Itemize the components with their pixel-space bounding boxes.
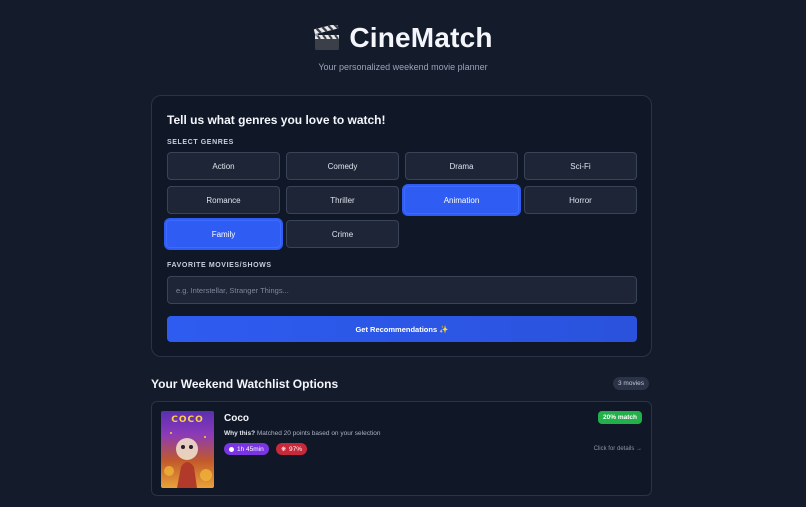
genres-label: SELECT GENRES <box>167 139 234 146</box>
genre-label: Action <box>212 161 235 171</box>
genre-drama[interactable]: Drama <box>405 152 518 180</box>
favorites-label: FAVORITE MOVIES/SHOWS <box>167 262 272 269</box>
watchlist-heading: Your Weekend Watchlist Options <box>151 377 339 391</box>
genre-label: Romance <box>206 195 241 205</box>
movie-card[interactable]: COCO Coco Why this? Matched 20 points ba… <box>151 401 652 496</box>
rating-value: 97% <box>289 445 303 453</box>
clapperboard-icon <box>313 23 341 51</box>
runtime-badge: 1h 45min <box>224 443 269 455</box>
genre-animation[interactable]: Animation <box>404 186 519 214</box>
genre-family[interactable]: Family <box>166 220 281 248</box>
get-recommendations-button[interactable]: Get Recommendations ✨ <box>167 316 637 342</box>
rating-badge: ❋ 97% <box>276 443 308 455</box>
genre-label: Horror <box>569 195 592 205</box>
details-link[interactable]: Click for details → <box>594 446 642 452</box>
page: CineMatch Your personalized weekend movi… <box>0 0 806 507</box>
genre-action[interactable]: Action <box>167 152 280 180</box>
genre-label: Comedy <box>327 161 358 171</box>
app-title: CineMatch <box>349 22 493 53</box>
genre-romance[interactable]: Romance <box>167 186 280 214</box>
brand: CineMatch <box>313 20 492 56</box>
match-badge: 20% match <box>598 411 642 424</box>
genre-crime[interactable]: Crime <box>286 220 399 248</box>
header: CineMatch Your personalized weekend movi… <box>0 20 806 72</box>
genre-comedy[interactable]: Comedy <box>286 152 399 180</box>
app-subtitle: Your personalized weekend movie planner <box>318 62 488 72</box>
favorites-input[interactable] <box>167 276 637 304</box>
genre-label: Crime <box>331 229 354 239</box>
rating-icon: ❋ <box>281 446 287 453</box>
runtime-value: 1h 45min <box>237 445 264 453</box>
genre-sci-fi[interactable]: Sci-Fi <box>524 152 637 180</box>
match-reason: Why this? Matched 20 points based on you… <box>224 430 380 437</box>
clock-icon <box>229 446 234 452</box>
why-label: Why this? <box>224 430 256 437</box>
genre-thriller[interactable]: Thriller <box>286 186 399 214</box>
genre-horror[interactable]: Horror <box>524 186 637 214</box>
genre-label: Family <box>211 229 236 239</box>
genre-label: Thriller <box>330 195 355 205</box>
movie-title: Coco <box>224 413 249 424</box>
preferences-card: Tell us what genres you love to watch! S… <box>151 95 652 357</box>
genre-label: Drama <box>449 161 474 171</box>
preferences-heading: Tell us what genres you love to watch! <box>167 113 386 127</box>
movie-count-badge: 3 movies <box>613 377 650 390</box>
movie-poster: COCO <box>161 411 214 488</box>
get-recommendations-label: Get Recommendations ✨ <box>355 324 449 334</box>
genre-label: Animation <box>443 195 480 205</box>
genre-label: Sci-Fi <box>570 161 591 171</box>
why-text: Matched 20 points based on your selectio… <box>256 430 381 437</box>
